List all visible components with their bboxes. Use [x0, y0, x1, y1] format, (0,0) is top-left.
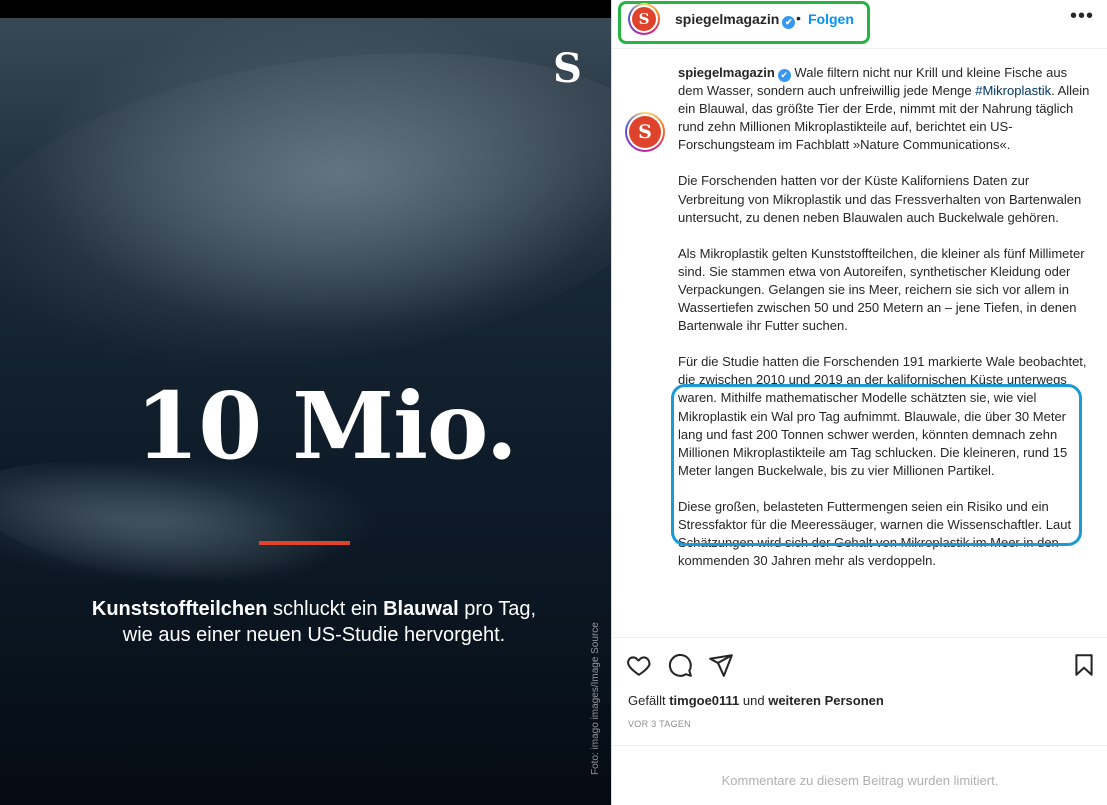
- actions-divider: [612, 637, 1107, 638]
- footer-divider: [612, 745, 1107, 746]
- caption-paragraph-3: Als Mikroplastik gelten Kunststoffteilch…: [678, 245, 1085, 334]
- photo-credit: Foto: imago images/Image Source: [590, 622, 601, 775]
- caption-text-1: schluckt ein: [267, 598, 384, 620]
- heart-icon[interactable]: [626, 652, 652, 678]
- header-username[interactable]: spiegelmagazin: [675, 11, 779, 27]
- caption-avatar-logo: S: [629, 116, 661, 148]
- liked-by-others[interactable]: weiteren Personen: [768, 693, 884, 708]
- whale-silhouette: [0, 11, 611, 409]
- caption-bold-2: Blauwal: [383, 598, 459, 620]
- image-top-strip: [0, 0, 611, 18]
- likes-prefix: Gefällt: [628, 693, 670, 708]
- more-options-icon[interactable]: •••: [1068, 6, 1096, 28]
- post-timestamp[interactable]: VOR 3 TAGEN: [628, 719, 691, 729]
- caption-line-2: wie aus einer neuen US-Studie hervorgeht…: [122, 624, 506, 646]
- comments-limited-notice: Kommentare zu diesem Beitrag wurden limi…: [721, 773, 999, 788]
- caption-avatar[interactable]: S: [625, 112, 665, 152]
- caption-bold-1: Kunststoffteilchen: [91, 598, 268, 620]
- follow-button[interactable]: Folgen: [808, 11, 854, 27]
- caption-username[interactable]: spiegelmagazin: [678, 65, 775, 80]
- caption-text-2: pro Tag,: [458, 598, 537, 620]
- post-image[interactable]: S 10 Mio. Kunststoffteilchen schluckt ei…: [0, 0, 611, 805]
- paragraph-highlight-box: [671, 384, 1082, 546]
- header-username-row[interactable]: spiegelmagazin ✔: [675, 11, 796, 29]
- bookmark-icon[interactable]: [1071, 652, 1097, 678]
- caption-paragraph-1: spiegelmagazin ✔ Wale filtern nicht nur K…: [678, 64, 1090, 154]
- spiegel-logo: S: [553, 45, 582, 92]
- verified-badge-icon: ✔: [782, 16, 796, 29]
- image-caption: Kunststoffteilchen schluckt ein Blauwal …: [40, 596, 588, 648]
- share-icon[interactable]: [708, 652, 734, 678]
- caption-verified-badge-icon: ✔: [777, 69, 791, 82]
- caption-scroll-area[interactable]: S spiegelmagazin ✔ Wale filtern nicht nur…: [612, 49, 1107, 637]
- post-header: S spiegelmagazin ✔ • Folgen •••: [612, 0, 1107, 44]
- comment-icon[interactable]: [667, 652, 693, 678]
- hashtag-link[interactable]: #Mikroplastik: [975, 83, 1051, 98]
- caption-paragraph-2: Die Forschenden hatten vor der Küste Kal…: [678, 173, 1082, 225]
- likes-summary: Gefällt timgoe0111 und weiteren Personen: [628, 693, 884, 708]
- post-details-panel: S spiegelmagazin ✔ • Folgen ••• S spiegel…: [611, 0, 1107, 805]
- liked-by-user[interactable]: timgoe0111: [669, 693, 739, 708]
- profile-avatar[interactable]: S: [628, 3, 660, 35]
- accent-divider: [259, 541, 350, 545]
- headline-stat: 10 Mio.: [135, 372, 518, 480]
- header-separator: •: [796, 10, 801, 26]
- likes-middle: und: [739, 693, 769, 708]
- avatar-logo: S: [632, 7, 656, 31]
